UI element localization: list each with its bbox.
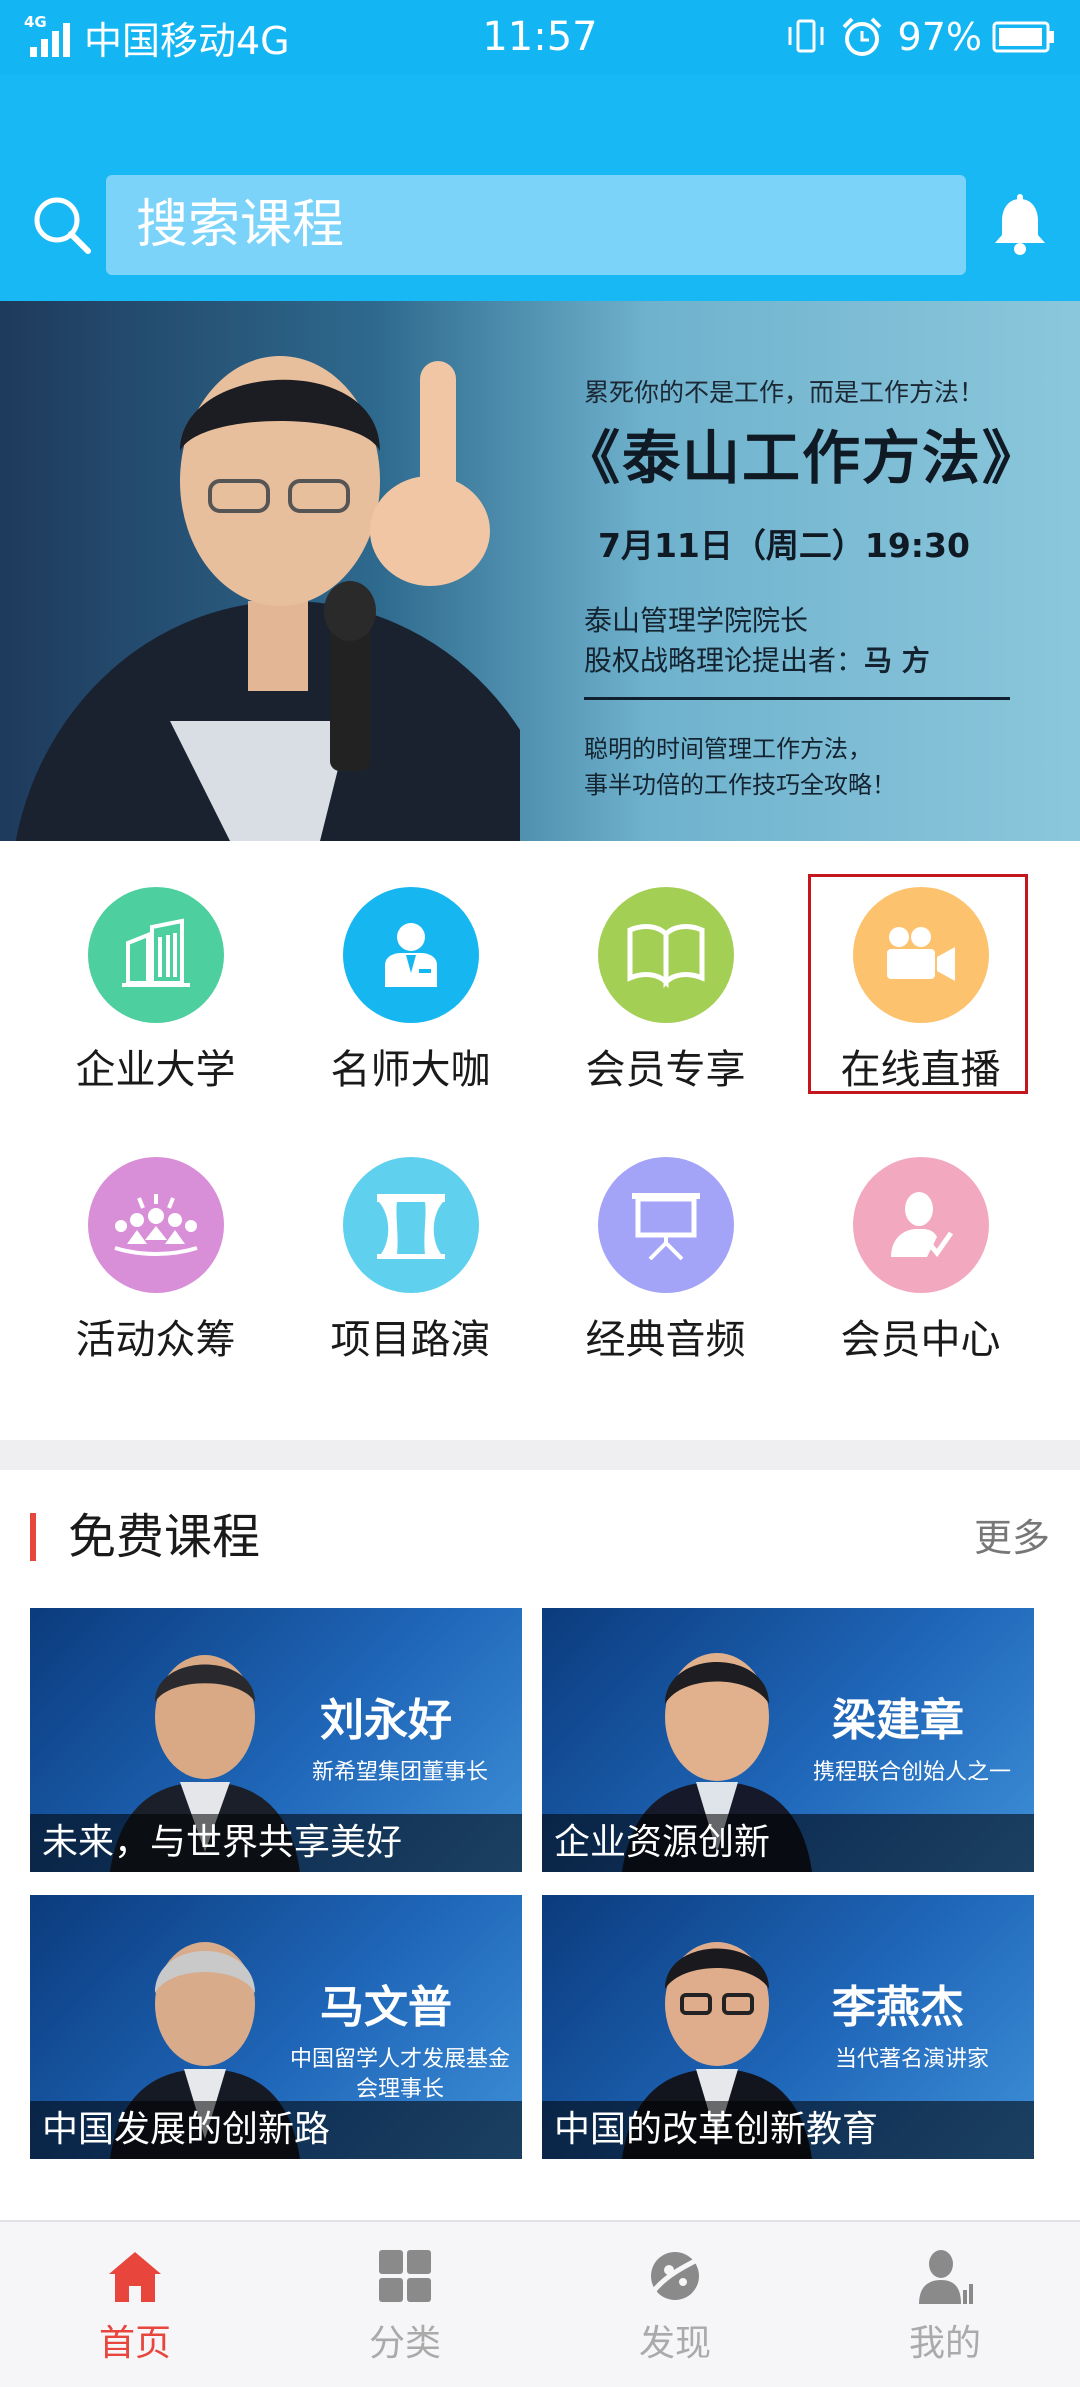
nav-category[interactable]: 分类 xyxy=(270,2222,540,2387)
course-card[interactable]: 刘永好 新希望集团董事长 未来，与世界共享美好 xyxy=(30,1608,522,1872)
course-title: 未来，与世界共享美好 xyxy=(42,1822,403,1863)
speaker-role: 携程联合创始人之一 xyxy=(812,1760,1011,1785)
stage-icon xyxy=(377,1194,445,1259)
grid-icon xyxy=(379,2250,431,2302)
search-input[interactable]: 搜索课程 xyxy=(106,175,966,275)
header: 搜索课程 xyxy=(0,75,1080,301)
battery-percent: 97% xyxy=(897,15,982,59)
circle-bg xyxy=(88,1157,224,1293)
speaker-name: 刘永好 xyxy=(320,1695,452,1746)
course-card[interactable]: 梁建章 携程联合创始人之一 企业资源创新 xyxy=(542,1608,1034,1872)
banner-speaker-line: 股权战略理论提出者：马 方 xyxy=(584,639,930,679)
category-classic-audio[interactable]: 经典音频 xyxy=(538,1157,793,1387)
search-icon[interactable] xyxy=(30,193,94,257)
bell-icon[interactable] xyxy=(990,193,1050,257)
profile-icon xyxy=(919,2250,973,2304)
course-title: 中国的改革创新教育 xyxy=(554,2109,879,2150)
nav-label: 首页 xyxy=(98,2323,171,2364)
category-label: 经典音频 xyxy=(585,1317,746,1363)
circle-bg xyxy=(343,887,479,1023)
banner-speaker-title: 泰山管理学院院长 xyxy=(584,604,809,637)
nav-discover[interactable]: 发现 xyxy=(540,2222,810,2387)
banner-speaker-role: 股权战略理论提出者： xyxy=(584,644,865,677)
home-icon xyxy=(109,2252,161,2302)
selection-highlight-box xyxy=(808,874,1028,1094)
category-label: 企业大学 xyxy=(75,1047,236,1093)
nav-home[interactable]: 首页 xyxy=(0,2222,270,2387)
banner-speaker-name: 马 方 xyxy=(864,644,930,677)
banner-tagline: 累死你的不是工作，而是工作方法！ xyxy=(584,378,985,407)
bottom-nav: 首页 分类 发现 我的 xyxy=(0,2220,1080,2387)
circle-bg xyxy=(598,1157,734,1293)
banner-desc-2: 事半功倍的工作技巧全攻略！ xyxy=(584,771,896,799)
speaker-name: 梁建章 xyxy=(832,1695,964,1746)
more-link[interactable]: 更多 xyxy=(974,1510,1050,1566)
banner-divider xyxy=(584,697,1010,700)
member-icon xyxy=(891,1192,954,1258)
course-title: 中国发展的创新路 xyxy=(42,2109,331,2150)
section-title: 免费课程 xyxy=(68,1509,261,1565)
category-member-exclusive[interactable]: 会员专享 xyxy=(538,887,793,1117)
section-divider xyxy=(0,1440,1080,1470)
category-crowdfunding[interactable]: 活动众筹 xyxy=(28,1157,283,1387)
search-placeholder: 搜索课程 xyxy=(136,195,345,255)
category-label: 活动众筹 xyxy=(75,1317,236,1363)
nav-mine[interactable]: 我的 xyxy=(810,2222,1080,2387)
circle-bg xyxy=(598,887,734,1023)
status-bar: 4G 中国移动4G 11:57 97% xyxy=(0,0,1080,75)
speaker-role: 中国留学人才发展基金会理事长 xyxy=(290,2047,511,2102)
book-icon xyxy=(627,924,705,989)
banner-title: 《泰山工作方法》 xyxy=(562,424,1043,492)
promo-banner[interactable]: 累死你的不是工作，而是工作方法！ 《泰山工作方法》 7月11日（周二）19:30… xyxy=(0,301,1080,841)
course-title: 企业资源创新 xyxy=(554,1822,771,1863)
discover-icon xyxy=(651,2252,703,2300)
alarm-icon xyxy=(842,17,881,56)
circle-bg xyxy=(853,1157,989,1293)
banner-desc-1: 聪明的时间管理工作方法， xyxy=(584,735,872,763)
category-label: 会员中心 xyxy=(840,1317,1001,1363)
category-member-center[interactable]: 会员中心 xyxy=(793,1157,1048,1387)
presentation-icon xyxy=(632,1193,700,1261)
category-project-roadshow[interactable]: 项目路演 xyxy=(283,1157,538,1387)
vibrate-icon xyxy=(788,19,824,53)
banner-date: 7月11日（周二）19:30 xyxy=(598,526,970,565)
battery-icon xyxy=(992,21,1054,53)
category-label: 名师大咖 xyxy=(330,1047,491,1093)
course-card[interactable]: 马文普 中国留学人才发展基金会理事长 中国发展的创新路 xyxy=(30,1895,522,2159)
building-icon xyxy=(122,918,190,987)
circle-bg xyxy=(88,887,224,1023)
nav-label: 发现 xyxy=(638,2323,711,2364)
category-enterprise-university[interactable]: 企业大学 xyxy=(28,887,283,1117)
nav-label: 我的 xyxy=(908,2323,981,2364)
section-accent-bar xyxy=(30,1513,36,1561)
crowd-icon xyxy=(114,1194,198,1256)
circle-bg xyxy=(343,1157,479,1293)
speaker-role: 新希望集团董事长 xyxy=(311,1760,488,1785)
speaker-name: 李燕杰 xyxy=(832,1982,964,2033)
category-label: 会员专享 xyxy=(585,1047,746,1093)
speaker-name: 马文普 xyxy=(320,1982,452,2033)
speaker-role: 当代著名演讲家 xyxy=(834,2047,989,2072)
speaker-photo xyxy=(15,356,520,841)
nav-label: 分类 xyxy=(368,2323,441,2364)
course-card[interactable]: 李燕杰 当代著名演讲家 中国的改革创新教育 xyxy=(542,1895,1034,2159)
teacher-icon xyxy=(385,923,437,987)
category-famous-teachers[interactable]: 名师大咖 xyxy=(283,887,538,1117)
category-label: 项目路演 xyxy=(330,1317,491,1363)
